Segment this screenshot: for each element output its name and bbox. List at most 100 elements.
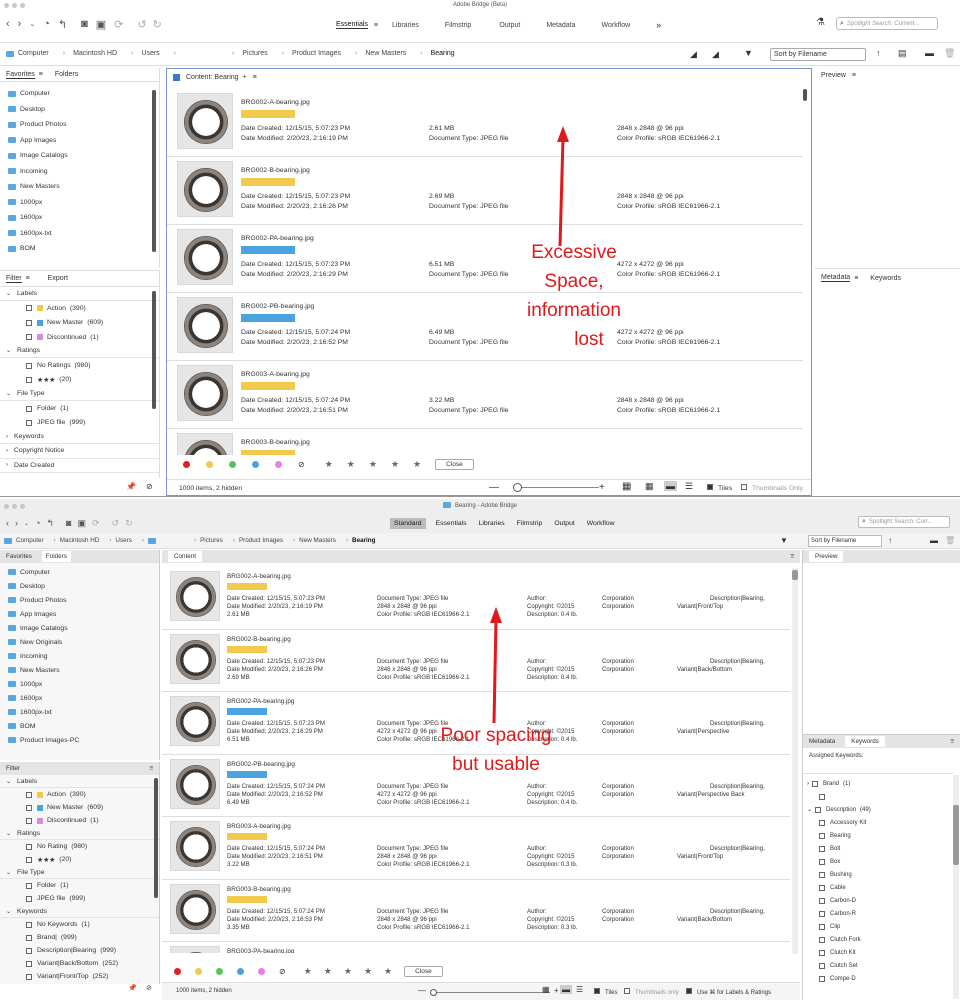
search-input[interactable]: ⌕ Spotlight Search: Curr... [858,516,950,528]
filter-item[interactable]: Discontinued (1) [0,330,159,344]
no-rating-icon[interactable]: ⊘ [298,460,305,469]
crumb-macintosh-hd[interactable]: Macintosh HD [73,50,117,57]
favorite-item[interactable]: App Images [0,133,159,149]
open-recent-icon[interactable]: ▤ [898,48,907,59]
star-rating-button[interactable]: ★ [344,966,352,977]
sort-direction-icon[interactable]: ↑ [876,48,881,58]
favorite-item[interactable]: 1000px [0,195,159,211]
ws-filmstrip[interactable]: Filmstrip [445,22,471,29]
star-rating-button[interactable]: ★ [324,966,332,977]
ws-standard[interactable]: Standard [390,517,426,529]
trash-icon[interactable]: 🗑 [945,536,955,545]
ws-output[interactable]: Output [499,22,520,29]
ws-workflow[interactable]: Workflow [587,520,615,527]
ws-filmstrip[interactable]: Filmstrip [517,520,543,527]
filter-item[interactable]: Action (390) [0,301,159,315]
crumb-pictures[interactable]: Pictures [200,537,223,544]
tab-folders[interactable]: Folders [41,551,71,562]
favorite-item[interactable]: Product Photos [0,117,159,133]
return-icon[interactable]: ↰ [46,518,54,529]
filter-section[interactable]: › Date Created [0,459,159,473]
favorite-item[interactable]: 1600px [0,210,159,226]
favorite-item[interactable]: New Originals [0,635,159,649]
content-item[interactable]: BRG003-B-bearing.jpg Date Created: 12/15/… [162,880,790,942]
camera-icon[interactable]: ◙ [81,18,88,30]
rotate-right-icon[interactable]: ↻ [153,18,162,31]
star-rating-button[interactable]: ★ [304,966,312,977]
view-details-icon[interactable]: ▬ [664,481,677,491]
checkbox[interactable] [26,856,32,863]
checkbox[interactable] [26,960,32,967]
sort-select[interactable]: Sort by Filename [770,48,866,61]
thumbnails-only-toggle[interactable]: Thumbnails Only [741,484,803,492]
new-folder-icon[interactable]: ▬ [925,48,934,58]
filter-item[interactable]: JPEG file (999) [0,892,159,905]
content-item[interactable]: BRG002-B-bearing.jpg Date Created: 12/15/… [162,630,790,692]
pin-icon[interactable]: 📌 [126,482,136,491]
favorite-item[interactable]: Image Catalogs [0,621,159,635]
panel-menu-icon[interactable]: ≡ [950,738,954,745]
checkbox[interactable] [26,419,32,426]
keyword-item[interactable]: Bolt [803,842,953,855]
crumb-macintosh-hd[interactable]: Macintosh HD [60,537,100,544]
checkbox[interactable] [26,934,32,941]
keyword-item[interactable]: Clutch Set [803,959,953,972]
favorite-item[interactable]: 1600px-txt [0,705,159,719]
new-folder-icon[interactable]: ▬ [930,536,938,545]
filter-section[interactable]: ⌄ File Type [0,866,159,879]
filter-section[interactable]: ⌄ Ratings [0,827,159,840]
refine-icon[interactable]: ▣ [77,518,86,529]
filter-item[interactable]: Variant|Front/Top (252) [0,970,159,983]
content-item[interactable]: BRG002-A-bearing.jpg Date Created: 12/15/… [167,89,803,157]
keyword-item[interactable]: Box [803,855,953,868]
tab-metadata[interactable]: Metadata [821,274,851,282]
keyword-item[interactable]: › Brand (1) [803,777,953,790]
quality-icon[interactable]: ◢ [690,49,697,60]
filter-icon[interactable]: ▼ [744,48,753,58]
filter-section[interactable]: ⌄ Ratings [0,344,159,359]
minimize-window-button[interactable] [12,504,17,509]
favorite-item[interactable]: 1600px [0,691,159,705]
filter-item[interactable]: No Keywords (1) [0,918,159,931]
label-color-button[interactable] [237,968,244,975]
checkbox[interactable] [819,884,825,891]
menu-icon[interactable]: ≡ [374,22,378,29]
filter-item[interactable]: Description|Bearing (999) [0,944,159,957]
filter-section[interactable]: › Keywords [0,430,159,445]
label-color-button[interactable] [174,968,181,975]
more-workspaces-button[interactable]: » [656,20,661,30]
tab-keywords[interactable]: Keywords [870,275,901,282]
tab-content[interactable]: Content: Bearing [186,74,239,81]
content-item[interactable]: BRG003-A-bearing.jpg Date Created: 12/15/… [162,817,790,880]
checkbox[interactable] [26,405,32,412]
filter-icon[interactable]: ▼ [780,536,788,545]
ws-output[interactable]: Output [554,520,574,527]
checkbox[interactable] [26,921,32,928]
label-color-button[interactable] [216,968,223,975]
keyword-item[interactable]: Carbon-R [803,907,953,920]
use-cmd-toggle[interactable]: Use ⌘ for Labels & Ratings [686,988,771,996]
checkbox[interactable] [819,949,825,956]
checkbox[interactable] [819,832,825,839]
close-window-button[interactable] [4,504,9,509]
trash-icon[interactable]: 🗑 [944,48,955,59]
crumb-bearing[interactable]: Bearing [352,537,375,544]
filter-item[interactable]: Folder (1) [0,401,159,415]
view-thumbnails-icon[interactable]: ▦ [645,481,654,492]
tab-filter[interactable]: Filter [6,765,20,772]
sort-select[interactable]: Sort by Filename [808,535,882,547]
favorite-item[interactable]: New Masters [0,663,159,677]
filter-section[interactable]: › Copyright Notice [0,444,159,459]
checkbox[interactable] [26,376,32,383]
checkbox[interactable] [26,895,32,902]
content-item[interactable]: BRG002-B-bearing.jpg Date Created: 12/15/… [167,157,803,225]
filter-item[interactable]: No Ratings (980) [0,358,159,372]
tab-filter[interactable]: Filter [6,275,22,283]
ws-libraries[interactable]: Libraries [392,22,419,29]
tab-metadata[interactable]: Metadata [809,738,835,745]
favorite-item[interactable]: New Masters [0,179,159,195]
checkbox[interactable] [26,804,32,811]
content-item[interactable]: BRG003-PA-bearing.jpg [162,942,790,953]
checkbox[interactable] [26,817,32,824]
star-rating-button[interactable]: ★ [364,966,372,977]
